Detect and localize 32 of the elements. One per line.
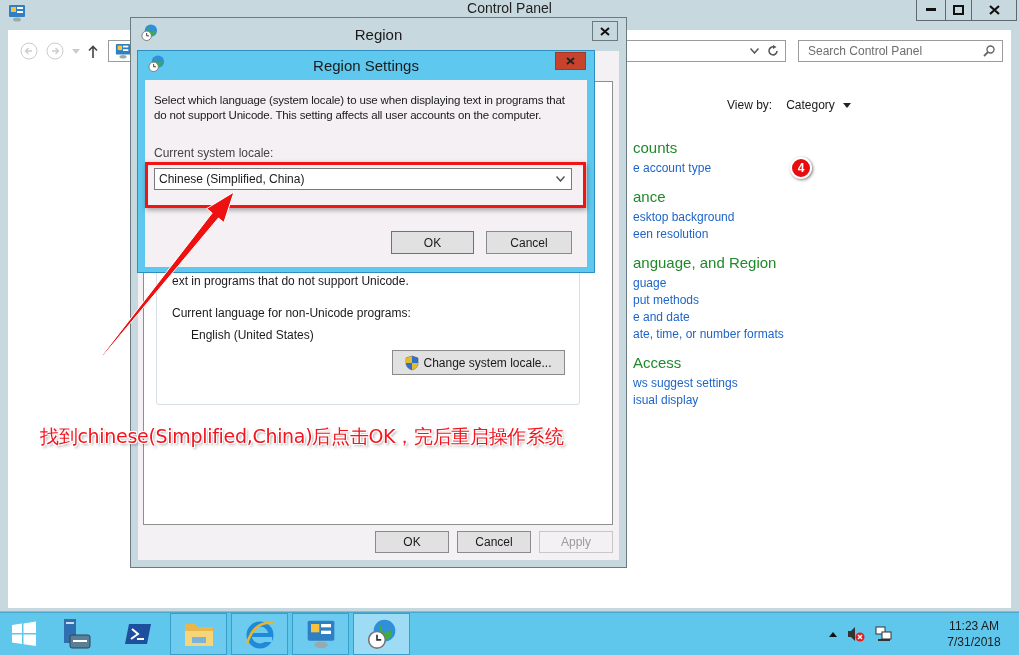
description-text: Select which language (system locale) to use when displaying text in programs that do not support Unicode. This setting affects all user accounts on the computer. (154, 93, 566, 123)
category-heading-link[interactable]: Access (633, 353, 682, 373)
system-locale-label: Current system locale: (154, 146, 275, 160)
category-heading-link[interactable]: anguage, and Region (633, 253, 777, 273)
category-heading-link[interactable]: counts (633, 138, 678, 158)
dialog-title: Region (354, 26, 403, 43)
dialog-title: Region Settings (313, 57, 419, 74)
category-task-link[interactable]: een resolution (633, 226, 709, 243)
current-language-label: Current language for non-Unicode programs: (172, 305, 412, 321)
window-title: Control Panel (467, 1, 552, 16)
category-task-link[interactable]: e and date (633, 309, 690, 326)
dialog-button[interactable]: OK (375, 531, 449, 553)
current-language-value: English (United States) (190, 327, 315, 343)
category-task-link[interactable]: isual display (633, 392, 699, 409)
category-heading-link[interactable]: ance (633, 187, 666, 207)
system-locale-dropdown[interactable]: Chinese (Simplified, China) (154, 168, 572, 190)
description-text: ext in programs that do not support Unicode. (172, 273, 410, 289)
dialog-button[interactable]: Cancel (486, 231, 572, 254)
clock-time: 11:23 AM (949, 618, 999, 635)
dialog-button[interactable]: OK (391, 231, 474, 254)
clock-date: 7/31/2018 (947, 634, 1001, 651)
change-system-locale-button[interactable]: Change system locale... (392, 350, 565, 375)
search-field[interactable]: Search Control Panel (798, 40, 1003, 62)
category-task-link[interactable]: put methods (633, 292, 700, 309)
category-task-link[interactable]: ws suggest settings (633, 375, 738, 392)
view-by-label: View by: (727, 98, 773, 112)
view-by-dropdown[interactable]: Category (786, 98, 851, 112)
category-task-link[interactable]: ate, time, or number formats (633, 326, 784, 343)
dialog-button[interactable]: Cancel (457, 531, 531, 553)
category-task-link[interactable]: guage (633, 275, 667, 292)
category-task-link[interactable]: esktop background (633, 209, 735, 226)
category-task-link[interactable]: e account type (633, 160, 712, 177)
